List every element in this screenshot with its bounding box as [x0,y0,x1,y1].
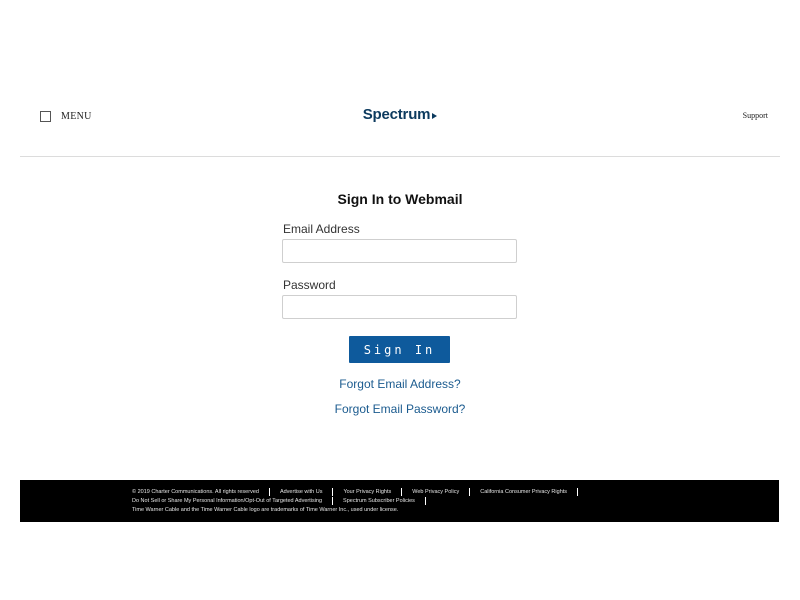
footer-links-row-1: © 2019 Charter Communications. All right… [132,488,579,496]
advertise-link[interactable]: Advertise with Us [270,488,333,496]
do-not-sell-link[interactable]: Do Not Sell or Share My Personal Informa… [132,497,332,505]
webmail-signin-page: MENU Spectrum Support Sign In to Webmail… [0,0,800,600]
spectrum-logo[interactable]: Spectrum [363,106,438,123]
web-privacy-policy-link[interactable]: Web Privacy Policy [402,488,469,496]
forgot-email-address-link[interactable]: Forgot Email Address? [0,377,800,391]
forgot-email-password-link[interactable]: Forgot Email Password? [0,402,800,416]
email-label: Email Address [283,222,360,236]
subscriber-policies-link[interactable]: Spectrum Subscriber Policies [333,497,425,505]
footer-divider [424,497,426,505]
email-field[interactable] [282,239,517,263]
copyright-text: © 2019 Charter Communications. All right… [132,489,259,495]
spectrum-logo-container: Spectrum [0,106,800,124]
footer-divider [577,488,579,496]
password-label: Password [283,278,336,292]
password-field[interactable] [282,295,517,319]
footer-links-row-2: Do Not Sell or Share My Personal Informa… [132,497,426,505]
spectrum-arrow-icon [432,112,438,119]
footer: © 2019 Charter Communications. All right… [20,480,779,522]
page-title: Sign In to Webmail [337,191,463,207]
privacy-rights-link[interactable]: Your Privacy Rights [333,488,401,496]
california-privacy-rights-link[interactable]: California Consumer Privacy Rights [470,488,577,496]
support-link[interactable]: Support [743,111,768,120]
header-divider [20,156,780,157]
sign-in-button[interactable]: Sign In [349,336,450,363]
spectrum-logo-text: Spectrum [362,106,431,123]
trademark-text: Time Warner Cable and the Time Warner Ca… [132,507,399,513]
